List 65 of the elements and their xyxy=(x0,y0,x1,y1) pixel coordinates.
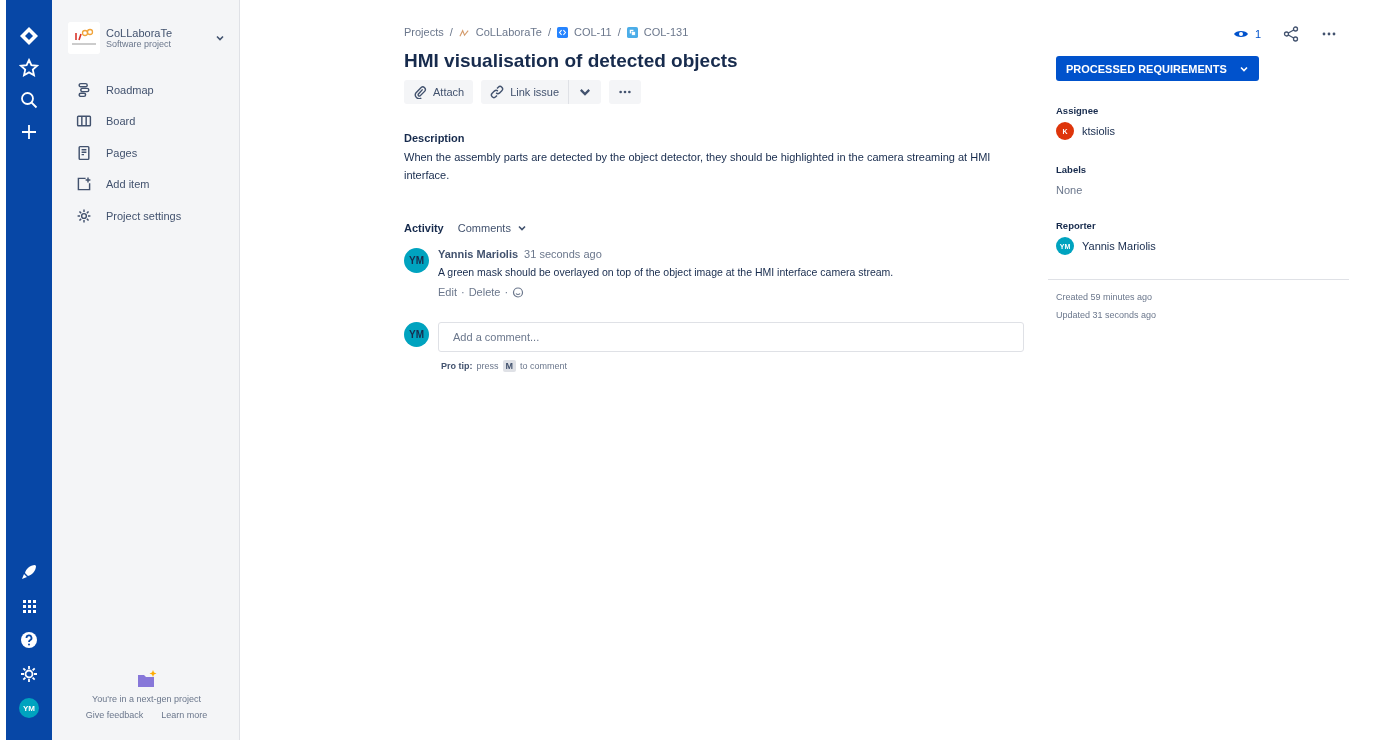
comment-action-link[interactable]: Delete xyxy=(468,286,501,298)
comment-time: 31 seconds ago xyxy=(524,248,602,260)
status-button[interactable]: PROCESSED REQUIREMENTS xyxy=(1056,56,1259,81)
breadcrumb-link[interactable]: COL-11 xyxy=(573,26,612,38)
user-avatar: YM xyxy=(404,322,429,347)
plus-icon[interactable] xyxy=(19,122,39,142)
issue-title[interactable]: HMI visualisation of detected objects xyxy=(404,50,1024,72)
pro-tip-label: Pro tip: xyxy=(441,361,473,371)
comment-field[interactable]: Add a comment... xyxy=(438,322,1024,352)
pro-tip-text: press xyxy=(476,361,499,371)
project-menu-chevron-icon xyxy=(215,33,225,43)
field-label: Labels xyxy=(1056,164,1088,175)
pro-tip-text: to comment xyxy=(520,361,568,371)
field-value[interactable]: None xyxy=(1056,184,1351,196)
footer-link[interactable]: Learn more xyxy=(161,710,208,720)
breadcrumb-separator: / xyxy=(617,26,621,38)
separator-dot: · xyxy=(504,286,509,298)
footer-link[interactable]: Give feedback xyxy=(85,710,144,720)
project-type: Software project xyxy=(106,39,173,49)
paperclip-icon xyxy=(413,85,427,99)
comments-filter[interactable]: Comments xyxy=(457,222,527,234)
user-avatar: YM xyxy=(404,248,429,273)
page-icon xyxy=(76,144,92,161)
comment-body: A green mask should be overlayed on top of the object image at the HMI interface camera stream. xyxy=(438,266,894,278)
link-icon xyxy=(490,85,505,99)
logo-icon[interactable] xyxy=(19,26,39,46)
next-gen-notice: You're in a next-gen project xyxy=(92,694,201,704)
activity-heading: Activity xyxy=(404,222,444,234)
chevron-down-icon xyxy=(516,223,527,233)
add-item-icon xyxy=(76,176,92,193)
field-label: Assignee xyxy=(1056,105,1100,116)
share-icon[interactable] xyxy=(1283,26,1299,42)
emoji-icon[interactable] xyxy=(512,286,525,298)
updated-date: Updated 31 seconds ago xyxy=(1056,310,1158,320)
subtask-icon xyxy=(626,26,638,38)
star-icon[interactable] xyxy=(19,58,39,78)
description-heading: Description xyxy=(404,132,466,144)
sidebar-item[interactable]: Board xyxy=(68,105,225,137)
search-icon[interactable] xyxy=(19,90,39,110)
sidebar-item[interactable]: Project settings xyxy=(68,200,225,232)
keyboard-key: M xyxy=(502,360,516,372)
comment-author[interactable]: Yannis Mariolis xyxy=(438,248,519,260)
breadcrumb-link[interactable]: Projects xyxy=(404,26,444,38)
breadcrumb-separator: / xyxy=(449,26,453,38)
folder-icon xyxy=(136,670,157,688)
help-icon[interactable] xyxy=(19,630,39,650)
sidebar-item[interactable]: Roadmap xyxy=(68,74,225,106)
field-label: Reporter xyxy=(1056,220,1097,231)
sidebar-item[interactable]: Pages xyxy=(68,137,225,169)
comment-action-link[interactable]: Edit xyxy=(438,286,457,298)
description-text[interactable]: When the assembly parts are detected by the object detector, they should be highlighted in the camera streaming at HMI interface. xyxy=(404,148,1004,184)
board-icon xyxy=(76,113,92,130)
created-date: Created 59 minutes ago xyxy=(1056,292,1154,302)
code-icon xyxy=(556,26,568,38)
person-name[interactable]: Yannis Mariolis xyxy=(1082,240,1156,252)
breadcrumb-link[interactable]: CoLLaboraTe xyxy=(475,26,542,38)
watch-button[interactable]: 1 xyxy=(1232,26,1261,42)
separator-dot: · xyxy=(460,286,465,298)
breadcrumb-link[interactable]: COL-131 xyxy=(643,26,689,38)
breadcrumb-separator: / xyxy=(547,26,551,38)
roadmap-icon xyxy=(76,81,92,98)
project-name[interactable]: CoLLaboraTe xyxy=(106,27,173,39)
sidebar-item[interactable]: Add item xyxy=(68,168,225,200)
attach-button[interactable]: Attach xyxy=(404,80,474,104)
person-name[interactable]: ktsiolis xyxy=(1082,125,1115,137)
